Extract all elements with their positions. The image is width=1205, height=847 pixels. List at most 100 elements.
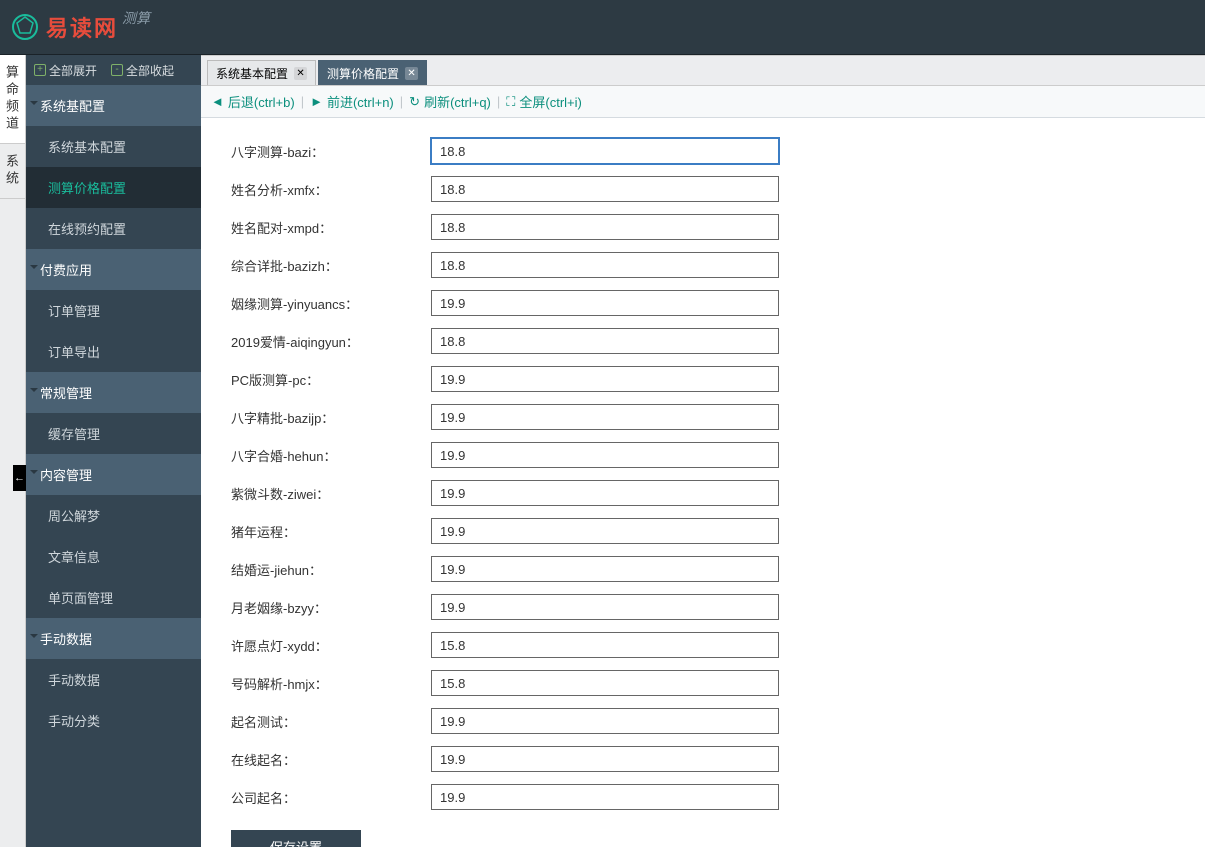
vertical-tabs: 算命频道 系统: [0, 55, 26, 847]
main: 系统基本配置✕测算价格配置✕ ◄后退(ctrl+b) | ►前进(ctrl+n)…: [201, 55, 1205, 847]
minus-icon: -: [111, 64, 123, 76]
tab-1[interactable]: 测算价格配置 ✕: [318, 60, 427, 85]
nav-group-9[interactable]: 内容管理: [26, 454, 201, 495]
header: 易读网 测算: [0, 0, 1205, 55]
back-button[interactable]: ◄ 后退(ctrl+b): [211, 92, 295, 111]
form-label: 号码解析-hmjx：: [231, 674, 431, 693]
price-input-16[interactable]: [431, 746, 779, 772]
form-row-1: 姓名分析-xmfx：: [231, 176, 1175, 202]
sidebar-nav: 系统基配置系统基本配置测算价格配置在线预约配置付费应用订单管理订单导出常规管理缓…: [26, 85, 201, 847]
vtab-fortune[interactable]: 算命频道: [0, 55, 25, 144]
price-input-15[interactable]: [431, 708, 779, 734]
nav-item-6[interactable]: 订单导出: [26, 331, 201, 372]
collapse-all-label: 全部收起: [126, 62, 174, 79]
nav-group-7[interactable]: 常规管理: [26, 372, 201, 413]
form-label: 猪年运程：: [231, 522, 431, 541]
price-input-9[interactable]: [431, 480, 779, 506]
price-input-3[interactable]: [431, 252, 779, 278]
form-row-3: 综合详批-bazizh：: [231, 252, 1175, 278]
price-input-5[interactable]: [431, 328, 779, 354]
price-input-10[interactable]: [431, 518, 779, 544]
nav-item-8[interactable]: 缓存管理: [26, 413, 201, 454]
form-row-11: 结婚运-jiehun：: [231, 556, 1175, 582]
form-label: 在线起名：: [231, 750, 431, 769]
form-label: 八字测算-bazi：: [231, 142, 431, 161]
nav-item-5[interactable]: 订单管理: [26, 290, 201, 331]
form-row-10: 猪年运程：: [231, 518, 1175, 544]
expand-all-button[interactable]: +全部展开: [34, 62, 97, 79]
brand-name: 易读网: [46, 11, 118, 43]
form-label: 紫微斗数-ziwei：: [231, 484, 431, 503]
sidebar: ← +全部展开 -全部收起 系统基配置系统基本配置测算价格配置在线预约配置付费应…: [26, 55, 201, 847]
fullscreen-label: 全屏(ctrl+i): [519, 92, 581, 111]
form-label: 公司起名：: [231, 788, 431, 807]
form-row-14: 号码解析-hmjx：: [231, 670, 1175, 696]
nav-item-11[interactable]: 文章信息: [26, 536, 201, 577]
price-input-1[interactable]: [431, 176, 779, 202]
price-input-13[interactable]: [431, 632, 779, 658]
tabbar: 系统基本配置 ✕ 测算价格配置 ✕: [201, 55, 1205, 86]
form-label: 八字合婚-hehun：: [231, 446, 431, 465]
close-icon[interactable]: ✕: [294, 67, 307, 80]
forward-label: 前进(ctrl+n): [327, 92, 394, 111]
fullscreen-button[interactable]: ⛶全屏(ctrl+i): [506, 92, 582, 111]
nav-group-0[interactable]: 系统基配置: [26, 85, 201, 126]
nav-item-14[interactable]: 手动数据: [26, 659, 201, 700]
form-label: 姻缘测算-yinyuancs：: [231, 294, 431, 313]
arrow-right-icon: ►: [310, 94, 323, 109]
forward-button[interactable]: ► 前进(ctrl+n): [310, 92, 394, 111]
vtab-system[interactable]: 系统: [0, 144, 25, 199]
form-row-13: 许愿点灯-xydd：: [231, 632, 1175, 658]
price-input-14[interactable]: [431, 670, 779, 696]
nav-group-4[interactable]: 付费应用: [26, 249, 201, 290]
form-label: PC版测算-pc：: [231, 370, 431, 389]
price-input-0[interactable]: [431, 138, 779, 164]
collapse-all-button[interactable]: -全部收起: [111, 62, 174, 79]
price-input-11[interactable]: [431, 556, 779, 582]
price-input-8[interactable]: [431, 442, 779, 468]
tab-label: 测算价格配置: [327, 65, 399, 82]
price-input-2[interactable]: [431, 214, 779, 240]
form-label: 综合详批-bazizh：: [231, 256, 431, 275]
save-button[interactable]: 保存设置: [231, 830, 361, 847]
refresh-button[interactable]: ↻刷新(ctrl+q): [409, 92, 491, 111]
sidebar-collapse-handle[interactable]: ←: [13, 465, 26, 491]
close-icon[interactable]: ✕: [405, 67, 418, 80]
toolbar: ◄后退(ctrl+b) | ►前进(ctrl+n) | ↻刷新(ctrl+q) …: [201, 86, 1205, 118]
price-input-6[interactable]: [431, 366, 779, 392]
price-input-12[interactable]: [431, 594, 779, 620]
form-row-12: 月老姻缘-bzyy：: [231, 594, 1175, 620]
tab-0[interactable]: 系统基本配置 ✕: [207, 60, 316, 85]
form-row-8: 八字合婚-hehun：: [231, 442, 1175, 468]
logo-icon: [10, 12, 40, 42]
expand-all-label: 全部展开: [49, 62, 97, 79]
form-row-6: PC版测算-pc：: [231, 366, 1175, 392]
nav-item-10[interactable]: 周公解梦: [26, 495, 201, 536]
nav-item-1[interactable]: 系统基本配置: [26, 126, 201, 167]
back-label: 后退(ctrl+b): [228, 92, 295, 111]
content: 八字测算-bazi： 姓名分析-xmfx： 姓名配对-xmpd： 综合详批-baziz…: [201, 118, 1205, 847]
form-row-2: 姓名配对-xmpd：: [231, 214, 1175, 240]
nav-item-12[interactable]: 单页面管理: [26, 577, 201, 618]
tab-label: 系统基本配置: [216, 65, 288, 82]
nav-item-15[interactable]: 手动分类: [26, 700, 201, 741]
form-row-15: 起名测试：: [231, 708, 1175, 734]
form-row-7: 八字精批-bazijp：: [231, 404, 1175, 430]
nav-item-3[interactable]: 在线预约配置: [26, 208, 201, 249]
nav-group-13[interactable]: 手动数据: [26, 618, 201, 659]
form-row-4: 姻缘测算-yinyuancs：: [231, 290, 1175, 316]
fullscreen-icon: ⛶: [506, 94, 515, 110]
price-input-7[interactable]: [431, 404, 779, 430]
form-row-17: 公司起名：: [231, 784, 1175, 810]
form-row-5: 2019爱情-aiqingyun：: [231, 328, 1175, 354]
nav-item-2[interactable]: 测算价格配置: [26, 167, 201, 208]
price-input-4[interactable]: [431, 290, 779, 316]
form-label: 许愿点灯-xydd：: [231, 636, 431, 655]
form-label: 八字精批-bazijp：: [231, 408, 431, 427]
refresh-icon: ↻: [409, 94, 420, 110]
price-input-17[interactable]: [431, 784, 779, 810]
form-label: 2019爱情-aiqingyun：: [231, 332, 431, 351]
form-row-16: 在线起名：: [231, 746, 1175, 772]
arrow-left-icon: ◄: [211, 94, 224, 109]
brand-sub: 测算: [122, 8, 150, 28]
